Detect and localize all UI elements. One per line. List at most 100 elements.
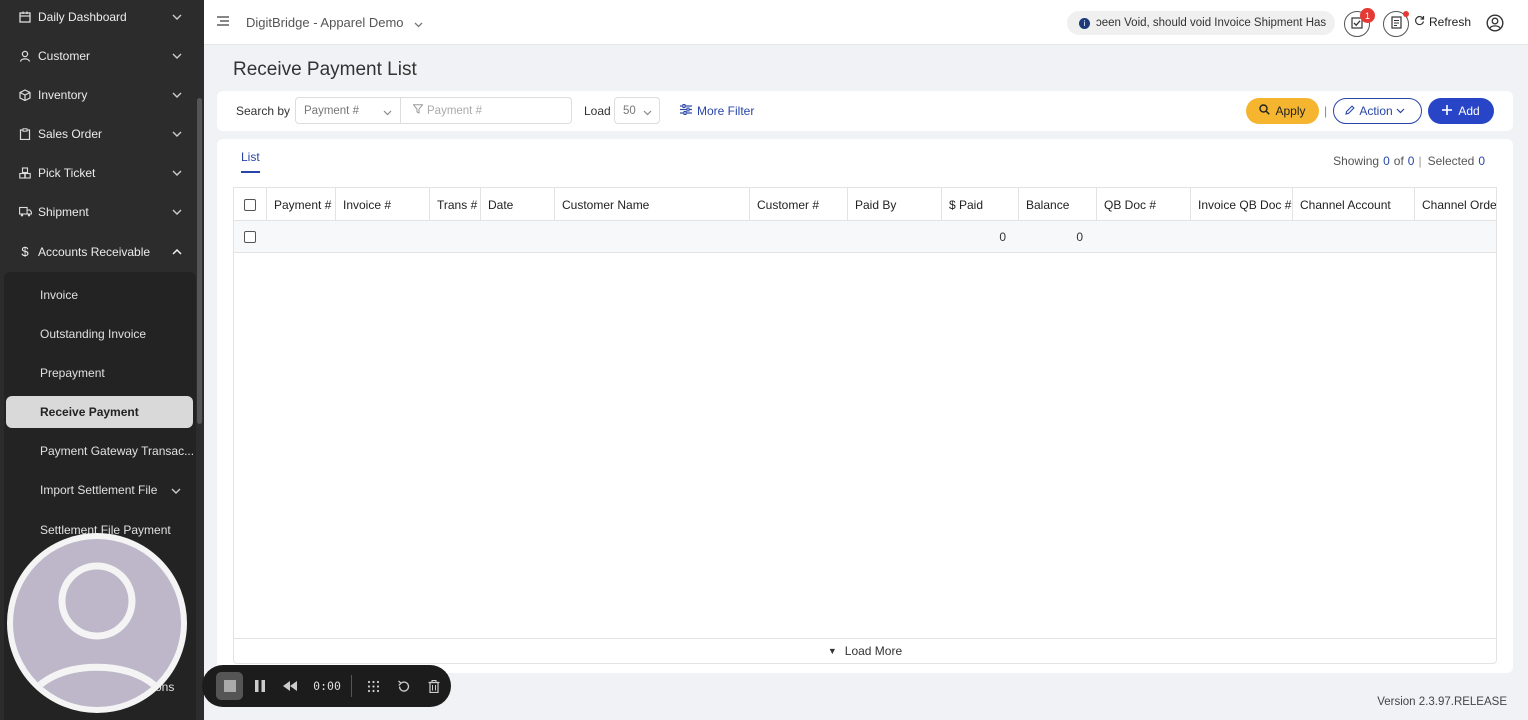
- column-header[interactable]: QB Doc #: [1097, 188, 1191, 221]
- load-count-value: 50: [623, 104, 636, 117]
- add-label: Add: [1458, 104, 1480, 118]
- tab-list[interactable]: List: [241, 150, 260, 173]
- column-header[interactable]: Invoice #: [336, 188, 430, 221]
- column-header[interactable]: Channel Account: [1293, 188, 1415, 221]
- menu-icon[interactable]: [217, 15, 229, 29]
- pencil-icon: [1345, 104, 1359, 118]
- chevron-down-icon: [171, 483, 181, 497]
- webcam-avatar: [7, 533, 187, 713]
- apply-button[interactable]: Apply: [1246, 98, 1319, 124]
- notice-ticker[interactable]: i ɔeen Void, should void Invoice Shipmen…: [1067, 11, 1335, 35]
- user-account-icon[interactable]: [1486, 14, 1504, 35]
- sidebar-item-label: Shipment: [38, 204, 89, 219]
- app-title[interactable]: DigitBridge - Apparel Demo: [246, 15, 404, 30]
- selected-count: 0: [1478, 154, 1485, 168]
- sidebar-subitem-invoice[interactable]: Invoice: [6, 279, 193, 311]
- column-header[interactable]: Date: [481, 188, 555, 221]
- sidebar-item-sales-order[interactable]: Sales Order: [0, 114, 196, 153]
- documents-button[interactable]: [1383, 11, 1409, 37]
- rewind-button[interactable]: [277, 672, 304, 700]
- sidebar-subitem-prepayment[interactable]: Prepayment: [6, 357, 193, 389]
- page-title: Receive Payment List: [233, 59, 417, 80]
- sidebar-item-daily-dashboard[interactable]: Daily Dashboard: [0, 0, 196, 36]
- search-input[interactable]: Payment #: [401, 97, 572, 124]
- sidebar-subitem-payment-gateway[interactable]: Payment Gateway Transac...: [6, 435, 193, 467]
- chevron-down-icon: [172, 9, 182, 23]
- action-button[interactable]: Action: [1333, 98, 1422, 124]
- sidebar-item-accounts-receivable[interactable]: $ Accounts Receivable: [0, 232, 196, 271]
- chevron-down-icon[interactable]: [414, 17, 423, 31]
- load-more-label: Load More: [844, 644, 903, 658]
- person-icon: [18, 49, 32, 63]
- truck-icon: [18, 205, 32, 219]
- sidebar-scrollbar[interactable]: [197, 98, 202, 424]
- sidebar-subitem-receive-payment[interactable]: Receive Payment: [6, 396, 193, 428]
- filter-icon: [412, 104, 424, 117]
- alert-dot: [1403, 11, 1409, 17]
- chevron-down-icon: [172, 126, 182, 140]
- calendar-icon: [18, 10, 32, 24]
- pause-button[interactable]: [246, 672, 273, 700]
- sliders-icon: [680, 104, 692, 118]
- showing-total: 0: [1407, 154, 1415, 168]
- sidebar-subitem-import-settlement-file[interactable]: Import Settlement File: [6, 474, 193, 506]
- version-text: Version 2.3.97.RELEASE: [1377, 696, 1507, 708]
- sidebar-item-customer[interactable]: Customer: [0, 36, 196, 75]
- grid-icon[interactable]: [360, 672, 387, 700]
- select-all-checkbox[interactable]: [244, 198, 256, 211]
- column-header[interactable]: $ Paid: [942, 188, 1019, 221]
- showing-label: Showing: [1333, 154, 1380, 168]
- restart-icon[interactable]: [390, 672, 417, 700]
- trash-icon[interactable]: [421, 672, 448, 700]
- column-header[interactable]: Customer Name: [555, 188, 750, 221]
- sidebar-item-label: Daily Dashboard: [38, 9, 127, 24]
- column-header[interactable]: Trans #: [430, 188, 481, 221]
- notice-text: ɔeen Void, should void Invoice Shipment …: [1096, 17, 1327, 29]
- refresh-label: Refresh: [1429, 15, 1472, 29]
- divider: [350, 675, 352, 697]
- tasks-button[interactable]: 1: [1344, 8, 1375, 37]
- sidebar-item-inventory[interactable]: Inventory: [0, 75, 196, 114]
- sidebar-item-label: Accounts Receivable: [38, 244, 151, 259]
- column-header[interactable]: Invoice QB Doc #: [1191, 188, 1293, 221]
- table-row[interactable]: 0 0: [234, 221, 1496, 253]
- table-header: Payment # Invoice # Trans # Date Custome…: [234, 188, 1496, 221]
- column-header[interactable]: Paid By: [848, 188, 942, 221]
- load-more-button[interactable]: ▼ Load More: [233, 638, 1497, 664]
- sidebar-item-shipment[interactable]: Shipment: [0, 192, 196, 231]
- chevron-down-icon: [172, 48, 182, 62]
- sidebar-item-label: Sales Order: [38, 126, 103, 141]
- sidebar-item-label: Customer: [38, 48, 91, 63]
- chevron-down-icon: [1396, 108, 1410, 114]
- search-by-label: Search by: [236, 104, 291, 118]
- balance-cell: 0: [1076, 230, 1083, 244]
- search-icon: [1259, 104, 1275, 118]
- more-filter-button[interactable]: More Filter: [680, 104, 754, 118]
- refresh-button[interactable]: Refresh: [1414, 15, 1471, 29]
- search-field-value: Payment #: [304, 104, 359, 117]
- add-button[interactable]: Add: [1428, 98, 1494, 124]
- search-field-select[interactable]: Payment #: [295, 97, 401, 124]
- payments-table: Payment # Invoice # Trans # Date Custome…: [233, 187, 1497, 638]
- chevron-down-icon: [172, 87, 182, 101]
- chevron-down-icon: [643, 107, 652, 119]
- column-header[interactable]: Payment #: [267, 188, 336, 221]
- search-placeholder: Payment #: [427, 104, 482, 117]
- info-icon: i: [1079, 17, 1090, 29]
- column-header[interactable]: Customer #: [750, 188, 848, 221]
- chevron-down-icon: [172, 165, 182, 179]
- boxes-icon: [18, 166, 32, 180]
- more-filter-label: More Filter: [697, 104, 755, 118]
- row-checkbox[interactable]: [244, 231, 256, 243]
- stop-button[interactable]: [216, 672, 244, 700]
- sidebar-subitem-outstanding-invoice[interactable]: Outstanding Invoice: [6, 318, 193, 350]
- showing-from: 0: [1383, 154, 1390, 168]
- column-header[interactable]: Channel Order: [1415, 188, 1496, 221]
- box-icon: [18, 88, 32, 102]
- chevron-down-icon: [172, 204, 182, 218]
- column-header[interactable]: Balance: [1019, 188, 1097, 221]
- avatar-placeholder-icon: [23, 562, 171, 707]
- sidebar-item-pick-ticket[interactable]: Pick Ticket: [0, 153, 196, 192]
- top-header: DigitBridge - Apparel Demo i ɔeen Void, …: [204, 0, 1528, 45]
- load-count-select[interactable]: 50: [614, 97, 660, 124]
